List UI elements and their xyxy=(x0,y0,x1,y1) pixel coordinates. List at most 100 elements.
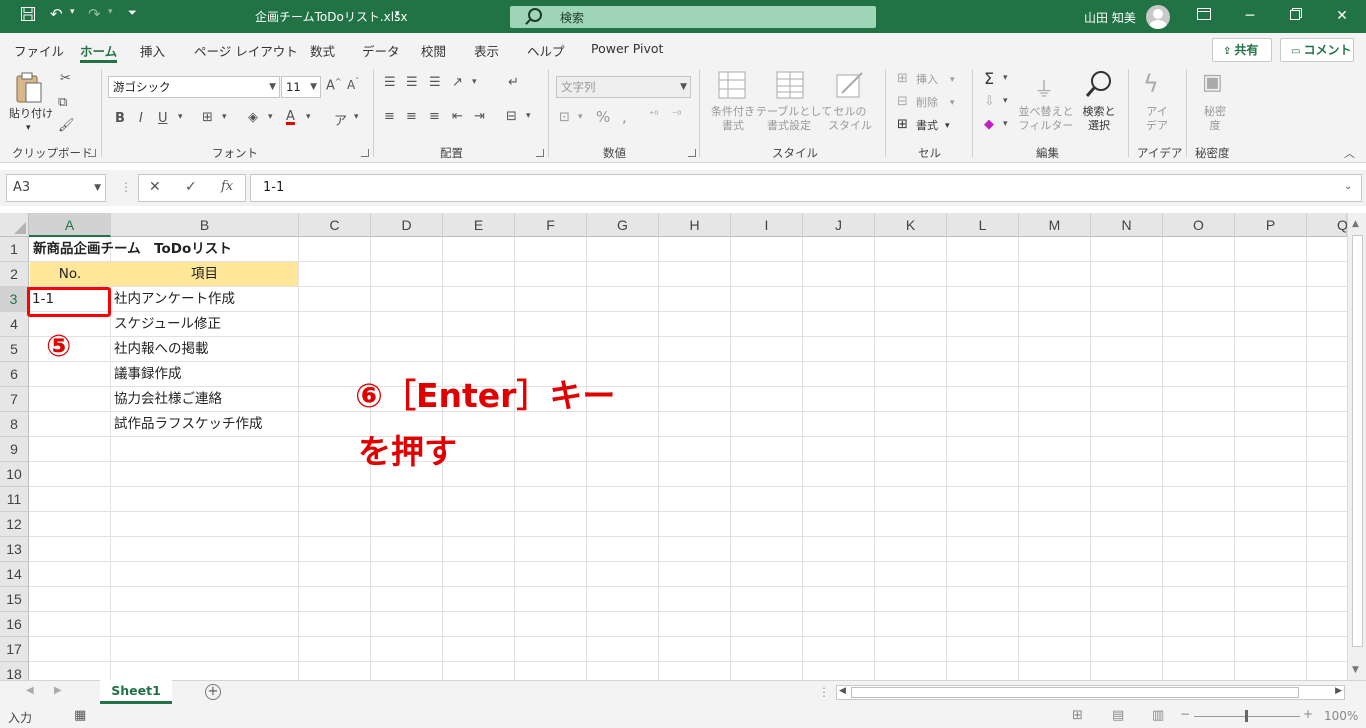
column-header-e[interactable]: E xyxy=(443,213,515,237)
scroll-up-icon[interactable]: ▲ xyxy=(1352,219,1359,229)
align-right-icon[interactable]: ≡ xyxy=(429,109,440,124)
column-header-q[interactable]: Q xyxy=(1307,213,1348,237)
alignment-launcher-icon[interactable] xyxy=(536,149,544,157)
phonetic-icon[interactable]: ア xyxy=(334,110,347,129)
column-header-j[interactable]: J xyxy=(803,213,875,237)
decrease-font-icon[interactable]: Aˇ xyxy=(347,77,359,92)
save-icon[interactable] xyxy=(20,6,36,26)
horizontal-scrollbar[interactable]: ◀ ▶ xyxy=(836,685,1345,700)
decrease-decimal-icon[interactable]: ⁻⁰ xyxy=(672,110,681,121)
close-icon[interactable]: ✕ xyxy=(1330,4,1354,28)
delete-cells-icon[interactable]: ⊟ xyxy=(897,94,908,109)
insert-cells-label[interactable]: 挿入 xyxy=(916,73,938,87)
cell-b7[interactable]: 協力会社様ご連絡 xyxy=(114,387,222,412)
macro-record-icon[interactable]: ▦ xyxy=(74,708,86,723)
accounting-format-icon[interactable]: ⊡ xyxy=(559,110,570,125)
tab-split-grip-icon[interactable]: ⋮ xyxy=(818,685,830,699)
find-select-icon[interactable] xyxy=(1084,69,1114,103)
row-header-15[interactable]: 15 xyxy=(0,587,29,612)
name-box[interactable]: A3 ▼ xyxy=(6,174,106,202)
phonetic-dropdown-icon[interactable]: ▾ xyxy=(354,112,359,122)
zoom-out-icon[interactable]: − xyxy=(1180,707,1190,721)
number-format-select[interactable]: 文字列 ▼ xyxy=(556,76,691,98)
tab-power-pivot[interactable]: Power Pivot xyxy=(591,41,663,56)
cell-b8[interactable]: 試作品ラフスケッチ作成 xyxy=(114,412,263,437)
font-color-dropdown-icon[interactable]: ▾ xyxy=(306,112,311,122)
ideas-label[interactable]: アイ デア xyxy=(1140,105,1174,133)
scroll-right-icon[interactable]: ▶ xyxy=(1335,686,1342,696)
number-launcher-icon[interactable] xyxy=(688,149,696,157)
zoom-level[interactable]: 100% xyxy=(1324,709,1358,723)
cell-a2-header[interactable]: No. xyxy=(30,262,110,287)
column-header-n[interactable]: N xyxy=(1091,213,1163,237)
autosum-icon[interactable]: Σ xyxy=(984,69,994,88)
row-header-12[interactable]: 12 xyxy=(0,512,29,537)
page-break-view-icon[interactable]: ▥ xyxy=(1152,708,1164,723)
row-header-3[interactable]: 3 xyxy=(0,287,29,312)
row-header-7[interactable]: 7 xyxy=(0,387,29,412)
merge-center-icon[interactable]: ⊟ xyxy=(506,109,517,124)
align-center-icon[interactable]: ≡ xyxy=(406,109,417,124)
add-sheet-button[interactable]: + xyxy=(205,684,221,700)
bold-icon[interactable]: B xyxy=(115,111,125,126)
percent-icon[interactable]: % xyxy=(596,108,610,126)
decrease-indent-icon[interactable]: ⇤ xyxy=(452,109,463,124)
align-bottom-icon[interactable]: ☰ xyxy=(429,75,441,90)
cell-b6[interactable]: 議事録作成 xyxy=(114,362,182,387)
row-header-1[interactable]: 1 xyxy=(0,237,29,262)
find-select-label[interactable]: 検索と 選択 xyxy=(1076,105,1122,133)
conditional-format-icon[interactable] xyxy=(718,71,746,103)
cut-icon[interactable]: ✂ xyxy=(60,71,71,86)
column-header-h[interactable]: H xyxy=(659,213,731,237)
increase-indent-icon[interactable]: ⇥ xyxy=(474,109,485,124)
cell-b4[interactable]: スケジュール修正 xyxy=(114,312,221,337)
tab-file[interactable]: ファイル xyxy=(14,41,64,60)
row-header-9[interactable]: 9 xyxy=(0,437,29,462)
conditional-format-label[interactable]: 条件付き 書式 xyxy=(702,105,764,133)
tab-data[interactable]: データ xyxy=(362,41,400,60)
cell-b3[interactable]: 社内アンケート作成 xyxy=(114,287,235,312)
row-header-14[interactable]: 14 xyxy=(0,562,29,587)
minimize-icon[interactable]: ─ xyxy=(1238,4,1262,28)
row-header-11[interactable]: 11 xyxy=(0,487,29,512)
format-dropdown-icon[interactable]: ▾ xyxy=(945,119,950,133)
delete-cells-label[interactable]: 削除 xyxy=(916,96,938,110)
fill-dropdown-icon[interactable]: ▾ xyxy=(1003,96,1008,106)
fill-color-dropdown-icon[interactable]: ▾ xyxy=(268,112,273,122)
ribbon-display-options-icon[interactable] xyxy=(1192,4,1216,28)
row-header-6[interactable]: 6 xyxy=(0,362,29,387)
borders-icon[interactable]: ⊞ xyxy=(202,110,213,125)
row-header-18[interactable]: 18 xyxy=(0,662,29,680)
underline-dropdown-icon[interactable]: ▾ xyxy=(178,112,183,122)
row-header-5[interactable]: 5 xyxy=(0,337,29,362)
cell-styles-icon[interactable] xyxy=(836,71,864,103)
row-header-13[interactable]: 13 xyxy=(0,537,29,562)
vertical-scrollbar[interactable]: ▲ ▼ xyxy=(1347,213,1366,680)
column-header-l[interactable]: L xyxy=(947,213,1019,237)
cell-styles-label[interactable]: セルの スタイル xyxy=(824,105,876,133)
tab-review[interactable]: 校閲 xyxy=(421,41,446,60)
insert-function-icon[interactable]: fx xyxy=(221,179,233,194)
row-header-16[interactable]: 16 xyxy=(0,612,29,637)
scroll-down-icon[interactable]: ▼ xyxy=(1352,665,1359,675)
borders-dropdown-icon[interactable]: ▾ xyxy=(222,112,227,122)
font-size-select[interactable]: 11 ▼ xyxy=(281,76,321,98)
clear-icon[interactable]: ◆ xyxy=(984,117,994,132)
row-header-10[interactable]: 10 xyxy=(0,462,29,487)
italic-icon[interactable]: I xyxy=(139,111,143,126)
ideas-icon[interactable]: ϟ xyxy=(1143,70,1159,98)
page-layout-view-icon[interactable]: ▤ xyxy=(1112,708,1124,723)
column-header-f[interactable]: F xyxy=(515,213,587,237)
format-as-table-label[interactable]: テーブルとして 書式設定 xyxy=(756,105,832,133)
increase-font-icon[interactable]: A^ xyxy=(326,77,342,93)
accounting-dropdown-icon[interactable]: ▾ xyxy=(578,112,583,122)
sheet-tab-sheet1[interactable]: Sheet1 xyxy=(100,680,172,704)
column-header-k[interactable]: K xyxy=(875,213,947,237)
format-cells-icon[interactable]: ⊞ xyxy=(897,117,908,132)
paste-label[interactable]: 貼り付け xyxy=(8,107,54,121)
vertical-scroll-thumb[interactable] xyxy=(1352,235,1363,647)
expand-formula-bar-icon[interactable]: ⌄ xyxy=(1344,181,1352,192)
comma-style-icon[interactable]: , xyxy=(622,108,627,126)
orientation-icon[interactable]: ↗ xyxy=(452,75,463,90)
merge-dropdown-icon[interactable]: ▾ xyxy=(526,111,531,121)
